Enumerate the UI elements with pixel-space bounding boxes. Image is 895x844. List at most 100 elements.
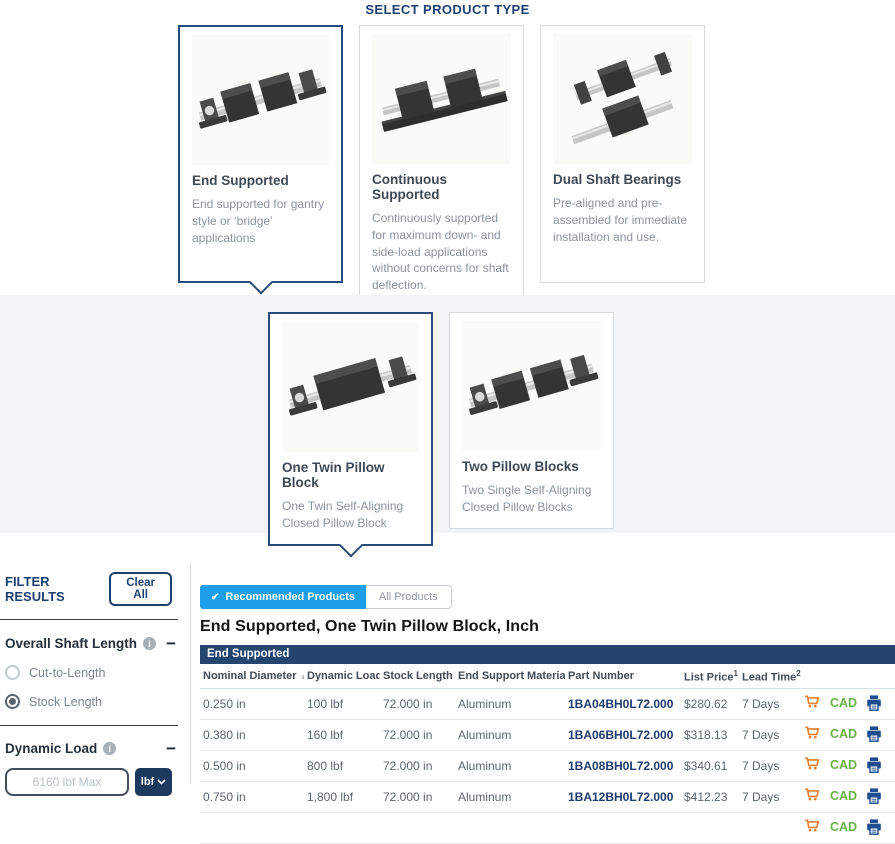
table-header-row: Nominal Diameter▲ Dynamic Load Stock Len… <box>200 664 895 688</box>
print-icon[interactable] <box>866 819 882 835</box>
end-supported-product-image <box>192 35 329 165</box>
add-to-cart-icon[interactable] <box>804 788 821 804</box>
card-dual-shaft-bearings[interactable]: Dual Shaft Bearings Pre-aligned and pre-… <box>540 25 705 283</box>
cell-dynamic-load: 1,800 lbf <box>304 781 380 812</box>
results-table: Nominal Diameter▲ Dynamic Load Stock Len… <box>200 664 895 844</box>
add-to-cart-icon[interactable] <box>804 695 821 711</box>
collapse-icon[interactable]: − <box>166 638 176 650</box>
cell-dynamic-load: 800 lbf <box>304 750 380 781</box>
cad-download-link[interactable]: CAD <box>830 696 857 710</box>
cell-dynamic-load: 100 lbf <box>304 688 380 719</box>
card-continuous-supported[interactable]: Continuous Supported Continuously suppor… <box>359 25 524 307</box>
cad-download-link[interactable]: CAD <box>830 789 857 803</box>
print-icon[interactable] <box>866 788 882 804</box>
part-number-link[interactable]: 1BA12BH0L72.000 <box>568 790 673 804</box>
card-two-pillow-blocks[interactable]: Two Pillow Blocks Two Single Self-Aligni… <box>449 312 614 529</box>
product-type-cards: End Supported End supported for gantry s… <box>178 25 705 307</box>
continuous-supported-product-image <box>372 34 511 164</box>
add-to-cart-icon[interactable] <box>804 819 821 835</box>
filter-results-heading: FILTER RESULTS <box>5 574 109 604</box>
cad-download-link[interactable]: CAD <box>830 727 857 741</box>
radio-option-cut-to-length[interactable]: Cut-to-Length <box>5 665 190 680</box>
cell-end-support-material: Aluminum <box>455 781 565 812</box>
cell-stock-length: 72.000 in <box>380 719 455 750</box>
card-description: Continuously supported for maximum down-… <box>372 210 511 294</box>
cell-end-support-material: Aluminum <box>455 688 565 719</box>
tab-label: Recommended Products <box>225 591 355 603</box>
col-actions <box>801 664 895 688</box>
card-title: Dual Shaft Bearings <box>553 172 692 187</box>
card-title: One Twin Pillow Block <box>282 460 419 490</box>
cell-list-price: $280.62 <box>681 688 739 719</box>
part-number-link[interactable]: 1BA06BH0L72.000 <box>568 728 673 742</box>
cell-stock-length: 72.000 in <box>380 750 455 781</box>
chevron-down-icon <box>157 779 166 785</box>
tab-recommended-products[interactable]: ✔ Recommended Products <box>200 585 366 609</box>
unit-dropdown[interactable]: lbf <box>135 768 172 796</box>
add-to-cart-icon[interactable] <box>804 757 821 773</box>
col-nominal-diameter[interactable]: Nominal Diameter▲ <box>200 664 304 688</box>
radio-option-stock-length[interactable]: Stock Length <box>5 694 190 709</box>
sub-type-cards: One Twin Pillow Block One Twin Self-Alig… <box>268 312 614 546</box>
cell-dynamic-load: 160 lbf <box>304 719 380 750</box>
unit-label: lbf <box>141 776 154 788</box>
print-icon[interactable] <box>866 695 882 711</box>
cell-end-support-material: Aluminum <box>455 750 565 781</box>
card-title: End Supported <box>192 173 329 188</box>
part-number-link[interactable]: 1BA04BH0L72.000 <box>568 697 673 711</box>
tab-all-products[interactable]: All Products <box>366 585 452 609</box>
cell-stock-length: 72.000 in <box>380 781 455 812</box>
filter-sidebar: FILTER RESULTS Clear All Overall Shaft L… <box>0 560 190 796</box>
card-description: Pre-aligned and pre-assembled for immedi… <box>553 195 692 245</box>
radio-button[interactable] <box>5 665 20 680</box>
add-to-cart-icon[interactable] <box>804 726 821 742</box>
table-row: 0.500 in 800 lbf 72.000 in Aluminum 1BA0… <box>200 750 895 781</box>
card-description: End supported for gantry style or ‘bridg… <box>192 196 329 246</box>
check-icon: ✔ <box>211 592 219 603</box>
collapse-icon[interactable]: − <box>166 743 176 755</box>
cell-lead-time: 7 Days <box>739 781 801 812</box>
results-title: End Supported, One Twin Pillow Block, In… <box>200 618 895 636</box>
cell-list-price: $340.61 <box>681 750 739 781</box>
select-product-type-heading: SELECT PRODUCT TYPE <box>0 2 895 17</box>
info-icon[interactable]: i <box>143 637 156 650</box>
card-title: Continuous Supported <box>372 172 511 202</box>
print-icon[interactable] <box>866 757 882 773</box>
part-number-link[interactable]: 1BA08BH0L72.000 <box>568 759 673 773</box>
sidebar-divider <box>190 563 191 784</box>
dynamic-load-input[interactable] <box>5 768 129 796</box>
cad-download-link[interactable]: CAD <box>830 758 857 772</box>
dual-shaft-bearings-product-image <box>553 34 692 164</box>
radio-button-checked[interactable] <box>5 694 20 709</box>
table-row: 0.380 in 160 lbf 72.000 in Aluminum 1BA0… <box>200 719 895 750</box>
results-tabs: ✔ Recommended Products All Products <box>200 585 895 609</box>
section-divider <box>0 725 178 726</box>
selected-card-notch <box>248 270 272 294</box>
print-icon[interactable] <box>866 726 882 742</box>
col-list-price[interactable]: List Price1 <box>681 664 739 688</box>
section-divider <box>0 619 178 620</box>
radio-label: Stock Length <box>29 695 102 709</box>
info-icon[interactable]: i <box>103 742 116 755</box>
card-one-twin-pillow-block[interactable]: One Twin Pillow Block One Twin Self-Alig… <box>268 312 433 546</box>
two-pillow-blocks-image <box>462 321 601 451</box>
cell-nominal-diameter: 0.250 in <box>200 688 304 719</box>
tab-label: All Products <box>379 591 438 603</box>
card-description: One Twin Self-Aligning Closed Pillow Blo… <box>282 498 419 532</box>
sort-asc-icon: ▲ <box>300 672 304 681</box>
cad-download-link[interactable]: CAD <box>830 820 857 834</box>
cell-nominal-diameter: 0.750 in <box>200 781 304 812</box>
col-lead-time[interactable]: Lead Time2 <box>739 664 801 688</box>
clear-all-button[interactable]: Clear All <box>109 572 172 606</box>
col-part-number[interactable]: Part Number <box>565 664 681 688</box>
cell-lead-time: 7 Days <box>739 750 801 781</box>
col-dynamic-load[interactable]: Dynamic Load <box>304 664 380 688</box>
col-stock-length[interactable]: Stock Length <box>380 664 455 688</box>
cell-lead-time: 7 Days <box>739 688 801 719</box>
selected-card-notch <box>338 533 362 557</box>
cell-lead-time: 7 Days <box>739 719 801 750</box>
table-row-partial: CAD <box>200 812 895 843</box>
card-title: Two Pillow Blocks <box>462 459 601 474</box>
col-end-support-material[interactable]: End Support Material <box>455 664 565 688</box>
card-end-supported[interactable]: End Supported End supported for gantry s… <box>178 25 343 283</box>
